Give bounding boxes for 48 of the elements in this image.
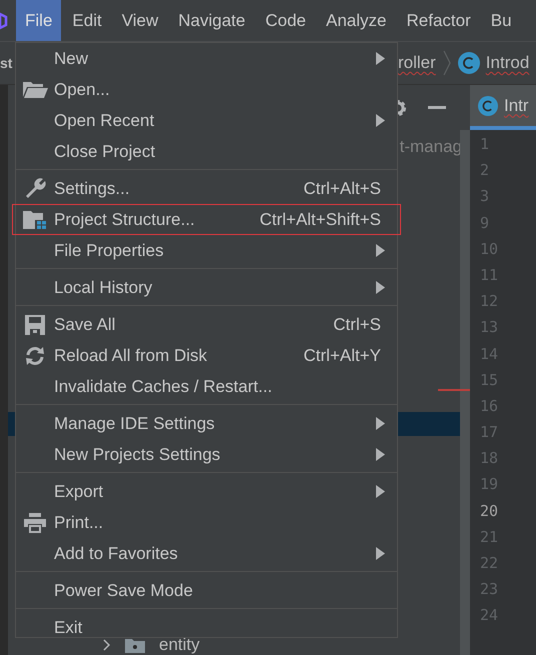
breadcrumb-item[interactable]: Introd: [486, 53, 530, 73]
reload-icon: [25, 346, 45, 366]
menu-item[interactable]: Local History: [16, 272, 397, 303]
chevron-icon[interactable]: [103, 639, 111, 651]
breadcrumb-item[interactable]: roller: [398, 53, 436, 73]
menu-bar-item[interactable]: View: [112, 0, 168, 41]
line-number: 20: [479, 500, 500, 522]
menu-bar-item[interactable]: Analyze: [317, 0, 396, 41]
menu-item[interactable]: Manage IDE Settings: [16, 408, 397, 439]
menu-item[interactable]: Close Project: [16, 136, 397, 167]
menu-item[interactable]: New Projects Settings: [16, 439, 397, 470]
shortcut-text: Ctrl+Alt+Y: [304, 346, 381, 366]
menu-item[interactable]: Reload All from Disk Ctrl+Alt+Y: [16, 340, 397, 371]
save-icon: [25, 314, 45, 334]
menu-bar-item[interactable]: Navigate: [169, 0, 254, 41]
menu-item[interactable]: Power Save Mode: [16, 575, 397, 606]
menu-bar-item[interactable]: Refactor: [397, 0, 480, 41]
menu-item[interactable]: New: [16, 43, 397, 74]
app-logo-icon: [0, 12, 8, 30]
shortcut-text: Ctrl+Alt+Shift+S: [260, 210, 381, 230]
class-icon: [478, 96, 498, 116]
minimize-icon[interactable]: [428, 106, 446, 110]
menu-bar-item[interactable]: File: [16, 0, 62, 41]
folder-icon: [22, 81, 48, 98]
editor-tab[interactable]: Intr: [470, 85, 536, 130]
folder-grid-icon: [23, 210, 47, 230]
menu-item[interactable]: Open Recent: [16, 105, 397, 136]
menu-item[interactable]: Open...: [16, 74, 397, 105]
menu-item[interactable]: Print...: [16, 507, 397, 538]
wrench-icon: [24, 178, 46, 200]
menu-item[interactable]: Invalidate Caches / Restart...: [16, 371, 397, 402]
shortcut-text: Ctrl+Alt+S: [304, 178, 381, 198]
menu-bar-item[interactable]: Edit: [63, 0, 111, 41]
tree-item[interactable]: entity: [159, 635, 200, 655]
package-folder-icon: [125, 637, 145, 653]
class-icon: [458, 52, 480, 74]
menu-item[interactable]: Save All Ctrl+S: [16, 309, 397, 340]
menu-item[interactable]: Project Structure... Ctrl+Alt+Shift+S: [12, 204, 401, 235]
printer-icon: [24, 512, 46, 532]
menu-item[interactable]: Export: [16, 476, 397, 507]
menu-item[interactable]: File Properties: [16, 235, 397, 266]
menu-item[interactable]: Settings... Ctrl+Alt+S: [16, 173, 397, 204]
menu-item[interactable]: Add to Favorites: [16, 538, 397, 569]
menu-bar-item[interactable]: Code: [256, 0, 315, 41]
shortcut-text: Ctrl+S: [333, 314, 381, 334]
menu-bar-item[interactable]: Bu: [482, 0, 521, 41]
project-label: st: [0, 55, 12, 71]
chevron-icon: [442, 50, 452, 76]
